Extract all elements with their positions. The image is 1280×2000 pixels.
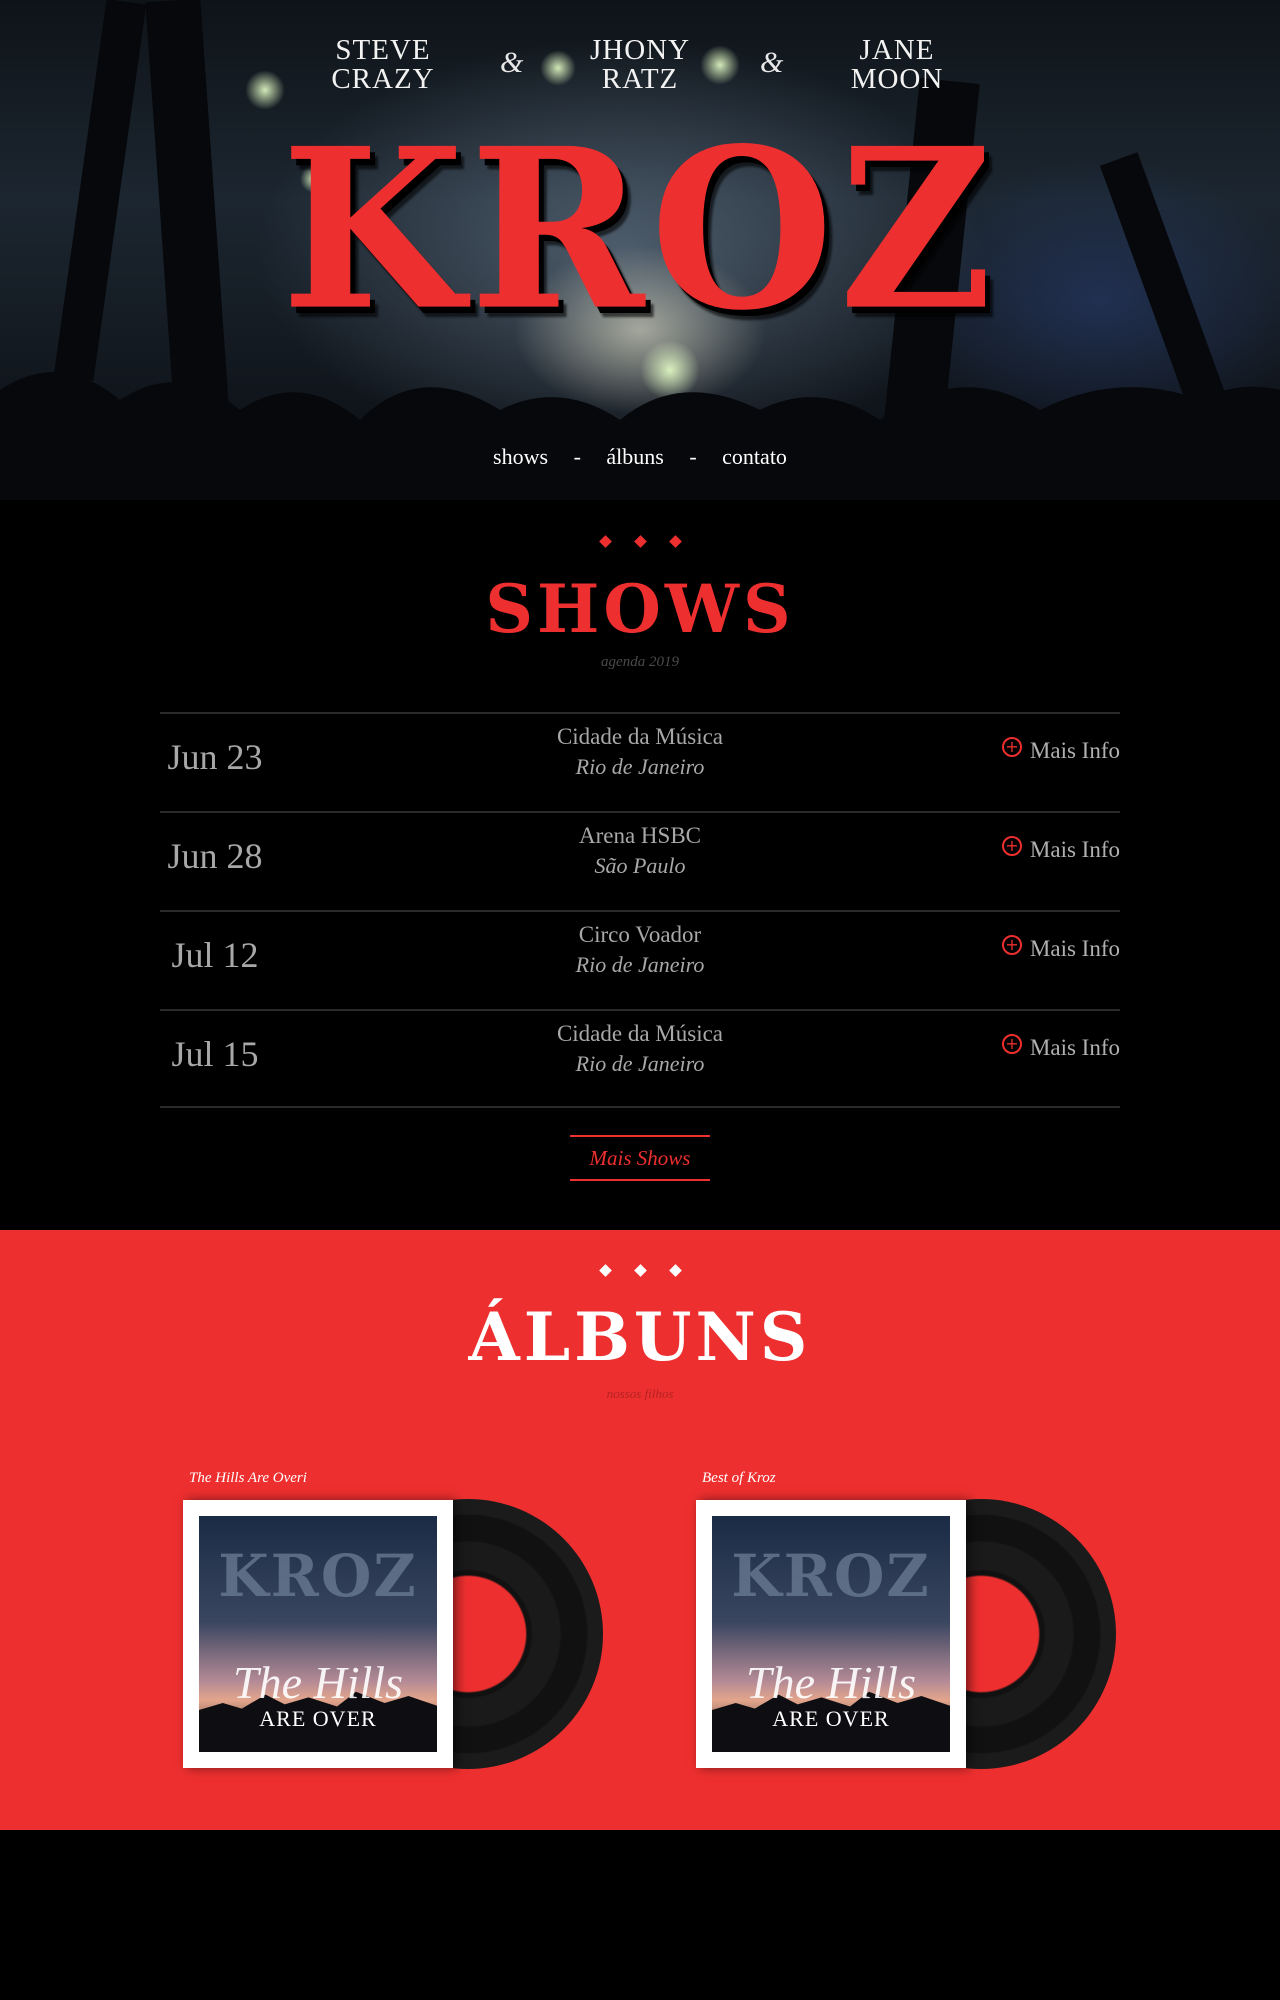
show-venue: Cidade da Música Rio de Janeiro [440,1019,840,1079]
ampersand: & [760,46,784,79]
nav-contact-link[interactable]: contato [722,444,787,469]
show-row: Jun 28 Arena HSBC São Paulo + Mais Info [160,811,1120,910]
venue-name: Arena HSBC [578,823,702,848]
plus-circle-icon: + [1001,1034,1022,1054]
album-cover[interactable]: KROZ The Hills ARE OVER [183,1500,453,1768]
venue-name: Cidade da Música [556,724,724,749]
album-title: Best of Kroz [702,1470,776,1486]
cover-subtitle: ARE OVER [259,1706,377,1731]
diamond-icon [598,535,612,548]
more-info-link[interactable]: + Mais Info [1001,1034,1120,1061]
nav-shows-link[interactable]: shows [493,444,548,469]
member-last-name: CRAZY [331,63,435,95]
member-steve: STEVE CRAZY [283,36,483,94]
show-venue: Cidade da Música Rio de Janeiro [440,722,840,782]
more-info-label: Mais Info [1029,1035,1120,1060]
show-date: Jun 23 [167,737,263,777]
albums-title: ÁLBUNS [468,1298,812,1376]
venue-name: Cidade da Música [556,1021,724,1046]
albums-section: ÁLBUNS nossos filhos The Hills Are Overi… [0,1230,1280,1830]
main-nav: shows - álbuns - contato [0,444,1280,470]
cover-art: KROZ The Hills ARE OVER [199,1516,437,1752]
section-ornament [0,533,1280,549]
cover-brand: KROZ [731,1542,931,1610]
more-info-label: Mais Info [1029,837,1120,862]
member-jane: JANE MOON [797,36,997,94]
more-info-link[interactable]: + Mais Info [1001,935,1120,962]
diamond-icon [633,1264,647,1277]
more-info-link[interactable]: + Mais Info [1001,737,1120,764]
cover-art: KROZ The Hills ARE OVER [712,1516,950,1752]
show-date: Jul 12 [171,935,259,975]
cover-brand: KROZ [218,1542,418,1610]
show-row: Jun 23 Cidade da Música Rio de Janeiro +… [160,712,1120,811]
plus-circle-icon: + [1001,737,1022,757]
member-jhony: JHONY RATZ [540,36,740,94]
album-title: The Hills Are Overi [189,1470,307,1486]
footer [0,1830,1280,2000]
diamond-icon [668,535,682,548]
venue-city: Rio de Janeiro [575,1051,705,1076]
venue-city: Rio de Janeiro [575,754,705,779]
shows-title: SHOWS [485,570,795,648]
venue-city: Rio de Janeiro [575,952,705,977]
section-ornament [0,1262,1280,1278]
member-first-name: JHONY [589,34,691,66]
diamond-icon [633,535,647,548]
member-first-name: STEVE [335,34,431,66]
more-info-label: Mais Info [1029,738,1120,763]
member-last-name: RATZ [601,63,679,95]
cover-title: The Hills [233,1657,403,1708]
ampersand: & [500,46,524,79]
plus-circle-icon: + [1001,935,1022,955]
show-row: Jul 12 Circo Voador Rio de Janeiro + Mai… [160,910,1120,1009]
show-date: Jul 15 [171,1034,259,1074]
more-info-link[interactable]: + Mais Info [1001,836,1120,863]
hero-banner: STEVE CRAZY & JHONY RATZ & JANE MOON KRO… [0,0,1280,500]
nav-albums-link[interactable]: álbuns [606,444,663,469]
show-venue: Arena HSBC São Paulo [440,821,840,881]
venue-name: Circo Voador [578,922,702,947]
cover-subtitle: ARE OVER [772,1706,890,1731]
band-logo: KROZ [281,99,999,360]
member-first-name: JANE [859,34,935,66]
show-date: Jun 28 [167,836,263,876]
band-members: STEVE CRAZY & JHONY RATZ & JANE MOON [0,36,1280,96]
venue-city: São Paulo [594,853,686,878]
diamond-icon [598,1264,612,1277]
shows-section: SHOWS agenda 2019 Jun 23 Cidade da Músic… [0,500,1280,1230]
plus-circle-icon: + [1001,836,1022,856]
nav-separator: - [689,444,697,469]
albums-subtitle: nossos filhos [606,1386,674,1401]
album-cover[interactable]: KROZ The Hills ARE OVER [696,1500,966,1768]
show-list: Jun 23 Cidade da Música Rio de Janeiro +… [160,712,1120,1108]
show-row: Jul 15 Cidade da Música Rio de Janeiro +… [160,1009,1120,1108]
more-shows-button[interactable]: Mais Shows [570,1135,710,1181]
shows-subtitle: agenda 2019 [601,654,679,670]
member-last-name: MOON [850,63,944,95]
more-info-label: Mais Info [1029,936,1120,961]
show-venue: Circo Voador Rio de Janeiro [440,920,840,980]
cover-title: The Hills [746,1657,916,1708]
diamond-icon [668,1264,682,1277]
nav-separator: - [573,444,581,469]
